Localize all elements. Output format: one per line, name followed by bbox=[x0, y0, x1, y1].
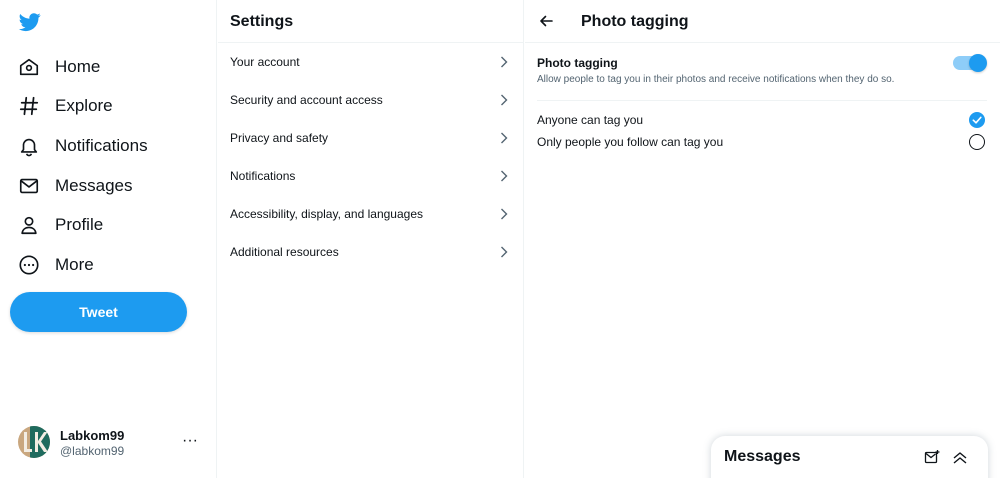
toggle-knob bbox=[969, 54, 987, 72]
twitter-bird-icon[interactable] bbox=[18, 11, 42, 33]
photo-tagging-panel: Photo tagging Photo tagging Allow people… bbox=[525, 0, 1000, 478]
account-switcher[interactable]: Labkom99 @labkom99 ··· bbox=[18, 426, 208, 460]
settings-item-your-account[interactable]: Your account bbox=[218, 43, 523, 81]
more-circle-icon bbox=[18, 254, 40, 276]
settings-header: Settings bbox=[218, 0, 523, 43]
account-name: Labkom99 bbox=[60, 428, 125, 443]
photo-tagging-toggle[interactable] bbox=[953, 54, 987, 72]
person-icon bbox=[18, 214, 40, 236]
avatar bbox=[18, 426, 50, 458]
option-anyone-can-tag[interactable]: Anyone can tag you bbox=[537, 110, 985, 130]
chevron-right-icon bbox=[501, 94, 508, 106]
chevron-right-icon bbox=[501, 132, 508, 144]
account-handle: @labkom99 bbox=[60, 444, 125, 458]
nav-item-home[interactable]: Home bbox=[18, 55, 100, 79]
settings-item-label: Accessibility, display, and languages bbox=[230, 207, 423, 221]
settings-item-label: Additional resources bbox=[230, 245, 339, 259]
chevron-right-icon bbox=[501, 170, 508, 182]
photo-tagging-description: Allow people to tag you in their photos … bbox=[537, 74, 895, 85]
expand-up-icon[interactable] bbox=[952, 449, 968, 465]
settings-item-label: Notifications bbox=[230, 169, 296, 183]
page-title: Photo tagging bbox=[581, 13, 689, 30]
messages-drawer-title: Messages bbox=[724, 448, 801, 465]
nav-item-label: Messages bbox=[55, 176, 133, 195]
nav-item-explore[interactable]: Explore bbox=[18, 94, 113, 118]
nav-item-label: Notifications bbox=[55, 136, 148, 155]
home-icon bbox=[18, 56, 40, 78]
settings-item-privacy[interactable]: Privacy and safety bbox=[218, 119, 523, 157]
nav-item-messages[interactable]: Messages bbox=[18, 174, 132, 198]
left-navigation: Home Explore Notifications Messages Prof… bbox=[0, 0, 217, 478]
nav-item-label: More bbox=[55, 255, 94, 274]
bell-icon bbox=[18, 135, 40, 157]
hashtag-icon bbox=[18, 95, 40, 117]
settings-column: Settings Your account Security and accou… bbox=[218, 0, 524, 478]
divider bbox=[537, 100, 987, 101]
settings-item-label: Privacy and safety bbox=[230, 131, 329, 145]
chevron-right-icon bbox=[501, 208, 508, 220]
photo-tagging-label: Photo tagging bbox=[537, 56, 618, 70]
nav-item-label: Profile bbox=[55, 215, 104, 234]
account-more-icon[interactable]: ··· bbox=[182, 432, 198, 450]
chevron-right-icon bbox=[501, 246, 508, 258]
settings-item-label: Your account bbox=[230, 55, 300, 69]
option-label: Anyone can tag you bbox=[537, 113, 644, 127]
radio-unchecked-icon[interactable] bbox=[969, 134, 985, 150]
radio-checked-icon[interactable] bbox=[969, 112, 985, 128]
nav-item-profile[interactable]: Profile bbox=[18, 213, 103, 237]
settings-item-security[interactable]: Security and account access bbox=[218, 81, 523, 119]
messages-drawer[interactable]: Messages bbox=[711, 436, 988, 478]
back-arrow-icon[interactable] bbox=[538, 13, 554, 29]
nav-item-more[interactable]: More bbox=[18, 253, 94, 277]
option-label: Only people you follow can tag you bbox=[537, 135, 724, 149]
settings-item-additional-resources[interactable]: Additional resources bbox=[218, 233, 523, 271]
settings-item-notifications[interactable]: Notifications bbox=[218, 157, 523, 195]
option-only-followed-can-tag[interactable]: Only people you follow can tag you bbox=[537, 132, 985, 152]
nav-item-notifications[interactable]: Notifications bbox=[18, 134, 148, 158]
settings-item-accessibility[interactable]: Accessibility, display, and languages bbox=[218, 195, 523, 233]
chevron-right-icon bbox=[501, 56, 508, 68]
tweet-button[interactable]: Tweet bbox=[10, 292, 187, 332]
settings-title: Settings bbox=[230, 13, 294, 30]
nav-item-label: Explore bbox=[55, 96, 113, 115]
settings-list: Your account Security and account access… bbox=[218, 43, 523, 271]
detail-header: Photo tagging bbox=[525, 0, 1000, 43]
envelope-icon bbox=[18, 175, 40, 197]
settings-item-label: Security and account access bbox=[230, 93, 383, 107]
nav-item-label: Home bbox=[55, 57, 101, 76]
new-message-icon[interactable] bbox=[924, 449, 940, 465]
